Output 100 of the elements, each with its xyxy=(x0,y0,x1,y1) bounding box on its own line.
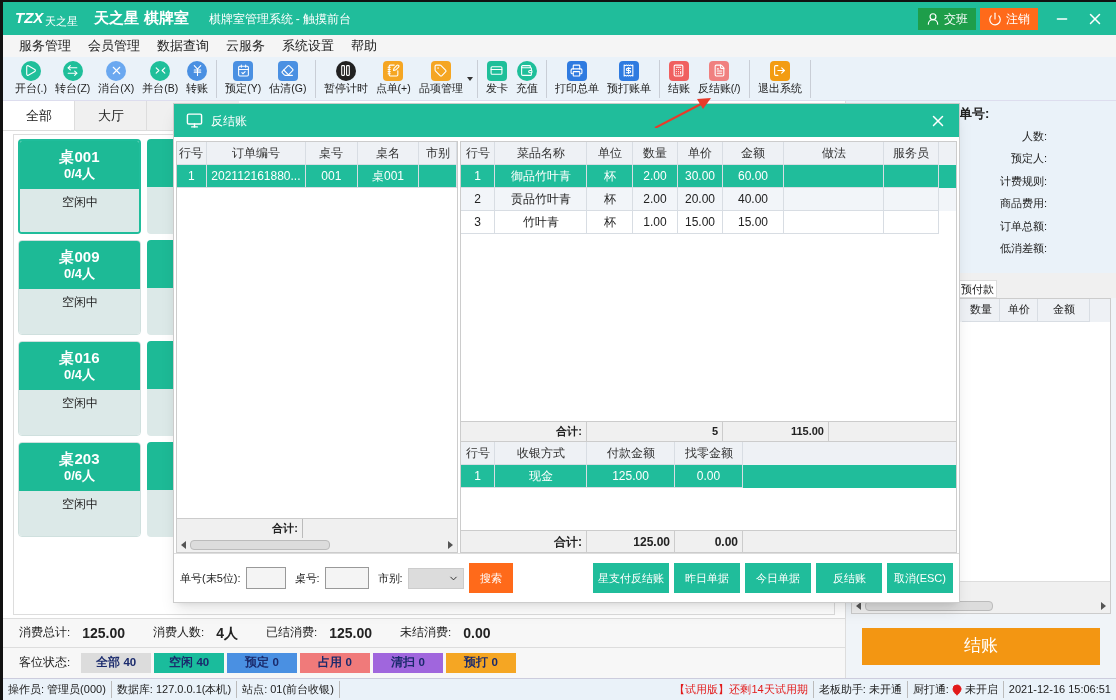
total-amount: 115.00 xyxy=(790,424,824,440)
pause-icon xyxy=(335,60,356,81)
table-cell: 1 xyxy=(177,165,207,188)
toolbar-button[interactable]: 充值 xyxy=(511,60,542,97)
scroll-right-icon[interactable] xyxy=(1101,602,1106,610)
document-icon xyxy=(709,60,730,81)
status-filter-button[interactable]: 预定 0 xyxy=(227,653,298,673)
column-header: 数量 xyxy=(962,299,1000,322)
table-status: 空闲中 xyxy=(61,294,98,311)
notepad-icon xyxy=(383,60,404,81)
menu-item[interactable]: 云服务 xyxy=(226,36,265,56)
table-cell: 竹叶青 xyxy=(495,211,587,234)
info-label: 计费规则: xyxy=(999,173,1047,189)
cash-register-icon xyxy=(668,60,689,81)
status-filter-button[interactable]: 占用 0 xyxy=(300,653,371,673)
toolbar-button[interactable]: 预定(Y) xyxy=(221,60,266,97)
status-text: 操作员: 管理员(000) xyxy=(3,681,112,698)
scroll-right-icon[interactable] xyxy=(448,541,453,549)
order-number-label: 单号: xyxy=(959,105,991,123)
dialog-title: 反结账 xyxy=(211,112,247,130)
status-text: 站点: 01(前台收银) xyxy=(237,681,340,698)
menu-item[interactable]: 会员管理 xyxy=(88,36,140,56)
status-text: 厨打通: xyxy=(911,682,949,698)
swap-icon xyxy=(62,60,83,81)
order-number-field[interactable] xyxy=(245,567,286,589)
table-name: 桌203 xyxy=(59,449,100,469)
toolbar-button[interactable]: 消台(X) xyxy=(94,60,139,97)
status-filter-button[interactable]: 全部 40 xyxy=(81,653,152,673)
scroll-left-icon[interactable] xyxy=(856,602,861,610)
total-quantity: 5 xyxy=(711,424,718,440)
summary-label: 消费人数: xyxy=(153,625,205,641)
summary-label: 消费总计: xyxy=(19,625,71,641)
status-filter-button[interactable]: 预打 0 xyxy=(446,653,517,673)
table-card[interactable]: 桌001 0/4人 空闲中 xyxy=(18,139,141,234)
table-name: 桌009 xyxy=(59,247,100,267)
toolbar-button[interactable]: 转账 xyxy=(182,60,213,97)
status-text: 未开启 xyxy=(964,681,1004,698)
table-cell: 3 xyxy=(461,211,495,234)
merge-icon xyxy=(150,60,171,81)
table-name: 桌016 xyxy=(59,348,100,368)
menu-item[interactable]: 数据查询 xyxy=(157,36,209,56)
table-cell: 杯 xyxy=(587,211,633,234)
toolbar-button[interactable]: 估清(G) xyxy=(265,60,311,97)
tag-icon xyxy=(430,60,451,81)
table-cell: 0.00 xyxy=(675,465,743,488)
table-cell: 1.00 xyxy=(633,211,678,234)
table-status: 空闲中 xyxy=(61,496,98,513)
column-header: 金额 xyxy=(1038,299,1090,322)
item-row[interactable]: 2 贡品竹叶青 杯 2.00 20.00 40.00 xyxy=(461,188,956,211)
area-tab[interactable]: 全部 xyxy=(3,101,75,130)
horizontal-scrollbar[interactable] xyxy=(177,538,457,552)
toolbar-button[interactable]: 发卡 xyxy=(481,60,512,97)
arrow-annotation xyxy=(653,98,713,128)
trial-notice: 【试用版】还剩14天试用期 xyxy=(669,681,814,698)
info-label: 订单总额: xyxy=(999,218,1047,234)
eraser-icon xyxy=(277,60,298,81)
summary-label: 已结消费: xyxy=(266,625,318,641)
menu-item[interactable]: 帮助 xyxy=(351,36,377,56)
exit-icon xyxy=(769,60,790,81)
toolbar-button[interactable]: 开台(.) xyxy=(11,60,51,97)
field-label: 单号(末5位): xyxy=(180,570,241,586)
toolbar-button[interactable]: 品项管理 xyxy=(414,60,467,97)
info-label: 人数: xyxy=(1021,128,1047,144)
status-filter-button[interactable]: 空闲 40 xyxy=(154,653,225,673)
scroll-left-icon[interactable] xyxy=(181,541,186,549)
toolbar-button[interactable]: 反结账(/) xyxy=(693,60,745,97)
guest-count: 0/4人 xyxy=(63,166,96,183)
toolbar-button[interactable]: 暂停计时 xyxy=(319,60,372,97)
toolbar-button[interactable]: 并台(B) xyxy=(138,60,183,97)
toolbar-button[interactable]: 预打账单 xyxy=(602,60,655,97)
toolbar-button[interactable]: 打印总单 xyxy=(550,60,603,97)
prepayment-tab[interactable]: 预付款 xyxy=(958,279,997,298)
summary-label: 未结消费: xyxy=(400,625,452,641)
guest-count: 0/4人 xyxy=(63,266,96,283)
table-card[interactable]: 桌203 0/6人 空闲中 xyxy=(18,442,141,537)
receipt-printer-icon xyxy=(618,60,639,81)
cancel-icon xyxy=(106,60,127,81)
market-select[interactable] xyxy=(407,567,464,589)
table-cell: 125.00 xyxy=(587,465,675,488)
status-text: 数据库: 127.0.0.1(本机) xyxy=(111,681,238,698)
user-icon xyxy=(926,11,940,26)
summary-value: 4人 xyxy=(216,623,239,643)
calendar-icon xyxy=(233,60,254,81)
table-number-field[interactable] xyxy=(324,567,369,589)
toolbar-button[interactable]: 结账 xyxy=(663,60,694,97)
toolbar-button[interactable]: 转台(Z) xyxy=(50,60,95,97)
table-card[interactable]: 桌009 0/4人 空闲中 xyxy=(18,240,141,335)
table-card[interactable]: 桌016 0/4人 空闲中 xyxy=(18,341,141,436)
summary-value: 0.00 xyxy=(463,623,491,643)
table-cell: 现金 xyxy=(495,465,587,488)
menu-item[interactable]: 服务管理 xyxy=(19,36,71,56)
info-label: 低消差额: xyxy=(999,241,1047,256)
yen-icon xyxy=(187,60,208,81)
summary-value: 125.00 xyxy=(82,623,126,643)
menu-item[interactable]: 系统设置 xyxy=(282,36,334,56)
pin-icon xyxy=(950,683,963,696)
toolbar-button[interactable]: 退出系统 xyxy=(753,60,806,97)
toolbar-button[interactable]: 点单(+) xyxy=(371,60,415,97)
table-status: 空闲中 xyxy=(61,194,98,211)
dropdown-caret-icon[interactable] xyxy=(466,76,473,81)
